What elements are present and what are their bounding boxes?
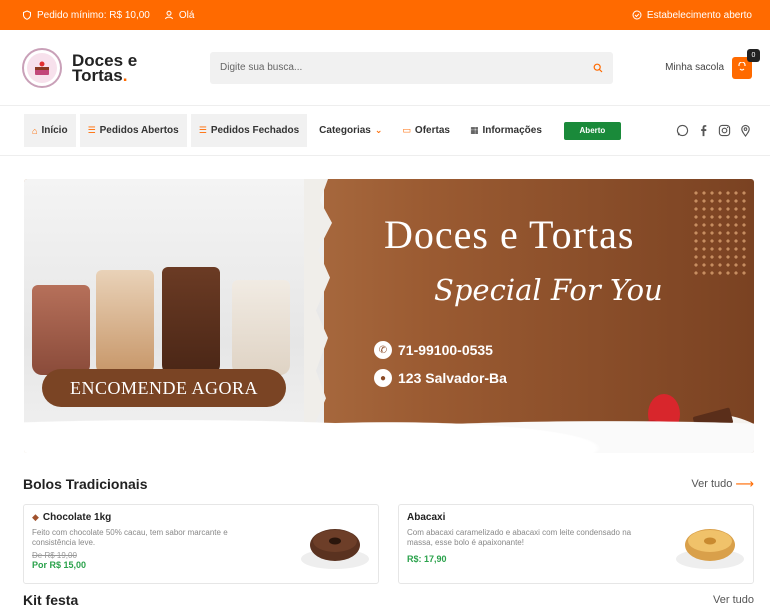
user-greeting[interactable]: Olá	[164, 10, 194, 21]
logo-text: Doces e Tortas.	[72, 50, 138, 85]
nav-item-pedidos-fechados[interactable]: ☰ Pedidos Fechados	[190, 114, 308, 147]
banner-address: ● 123 Salvador-Ba	[374, 369, 507, 387]
nav-item-informacoes[interactable]: ▦ Informações	[462, 114, 550, 147]
section-header-bolos: Bolos Tradicionais Ver tudo ⟶	[23, 476, 754, 492]
map-pin-icon: ●	[374, 369, 392, 387]
home-icon: ⌂	[32, 125, 38, 136]
tag-icon: ▭	[402, 125, 411, 135]
status-badge: Aberto	[563, 121, 621, 140]
search-bar[interactable]	[210, 51, 613, 84]
bag-count-badge: 0	[747, 48, 760, 62]
banner-phone: ✆ 71-99100-0535	[374, 341, 493, 359]
shopping-bag[interactable]: Minha sacola 0	[665, 48, 760, 79]
pineapple-cake-image	[676, 529, 744, 569]
top-bar: Pedido mínimo: R$ 10,00 Olá Estabelecime…	[0, 0, 770, 30]
see-all-link[interactable]: Ver tudo	[713, 592, 754, 608]
section-title: Kit festa	[23, 592, 79, 608]
header: Doces e Tortas. Minha sacola 0	[0, 30, 770, 106]
cloud-decoration	[24, 403, 754, 453]
dot-pattern	[692, 189, 748, 279]
nav-item-pedidos-abertos[interactable]: ☰ Pedidos Abertos	[79, 114, 187, 147]
nav-item-inicio[interactable]: ⌂ Início	[24, 114, 76, 147]
search-input[interactable]	[220, 62, 560, 73]
whatsapp-icon[interactable]	[676, 124, 689, 137]
order-now-button[interactable]: ENCOMENDE AGORA	[42, 369, 286, 407]
list-icon: ☰	[198, 125, 207, 135]
banner-subtitle: Special For You	[434, 273, 663, 307]
product-card[interactable]: ◆ Chocolate 1kg Feito com chocolate 50% …	[23, 504, 379, 584]
nav-item-categorias[interactable]: Categorias ⌄	[311, 114, 390, 147]
list-icon: ☰	[87, 125, 96, 135]
location-icon[interactable]	[739, 124, 752, 137]
product-card[interactable]: Abacaxi Com abacaxi caramelizado e abaca…	[398, 504, 754, 584]
hero-banner[interactable]: Doces e Tortas Special For You ✆ 71-9910…	[24, 179, 754, 453]
main-nav: ⌂ Início ☰ Pedidos Abertos ☰ Pedidos Fec…	[0, 106, 770, 156]
chocolate-cake-image	[301, 529, 369, 569]
check-circle-icon	[632, 10, 642, 20]
chocolate-icon: ◆	[32, 512, 39, 522]
nav-item-ofertas[interactable]: ▭ Ofertas	[394, 114, 458, 147]
logo-emblem	[22, 47, 62, 88]
shield-icon	[23, 10, 31, 20]
search-icon[interactable]	[593, 63, 603, 73]
product-description: Feito com chocolate 50% cacau, tem sabor…	[32, 528, 228, 547]
min-order: Pedido mínimo: R$ 10,00	[22, 10, 150, 21]
user-icon	[164, 10, 173, 20]
section-title: Bolos Tradicionais	[23, 476, 148, 492]
product-description: Com abacaxi caramelizado e abacaxi com l…	[407, 528, 632, 547]
cake-icon	[35, 61, 49, 75]
building-icon: ▦	[469, 125, 479, 135]
store-status: Estabelecimento aberto	[632, 10, 752, 21]
instagram-icon[interactable]	[718, 124, 731, 137]
section-header-kit-festa: Kit festa Ver tudo	[23, 592, 754, 608]
phone-icon: ✆	[374, 341, 392, 359]
arrow-right-icon: ⟶	[735, 476, 754, 491]
see-all-link[interactable]: Ver tudo ⟶	[691, 476, 754, 492]
chevron-down-icon: ⌄	[374, 125, 383, 135]
social-links	[676, 124, 752, 137]
bag-icon[interactable]: 0	[732, 48, 760, 79]
banner-title: Doces e Tortas	[384, 212, 635, 257]
facebook-icon[interactable]	[697, 124, 710, 137]
logo[interactable]: Doces e Tortas.	[22, 47, 210, 88]
